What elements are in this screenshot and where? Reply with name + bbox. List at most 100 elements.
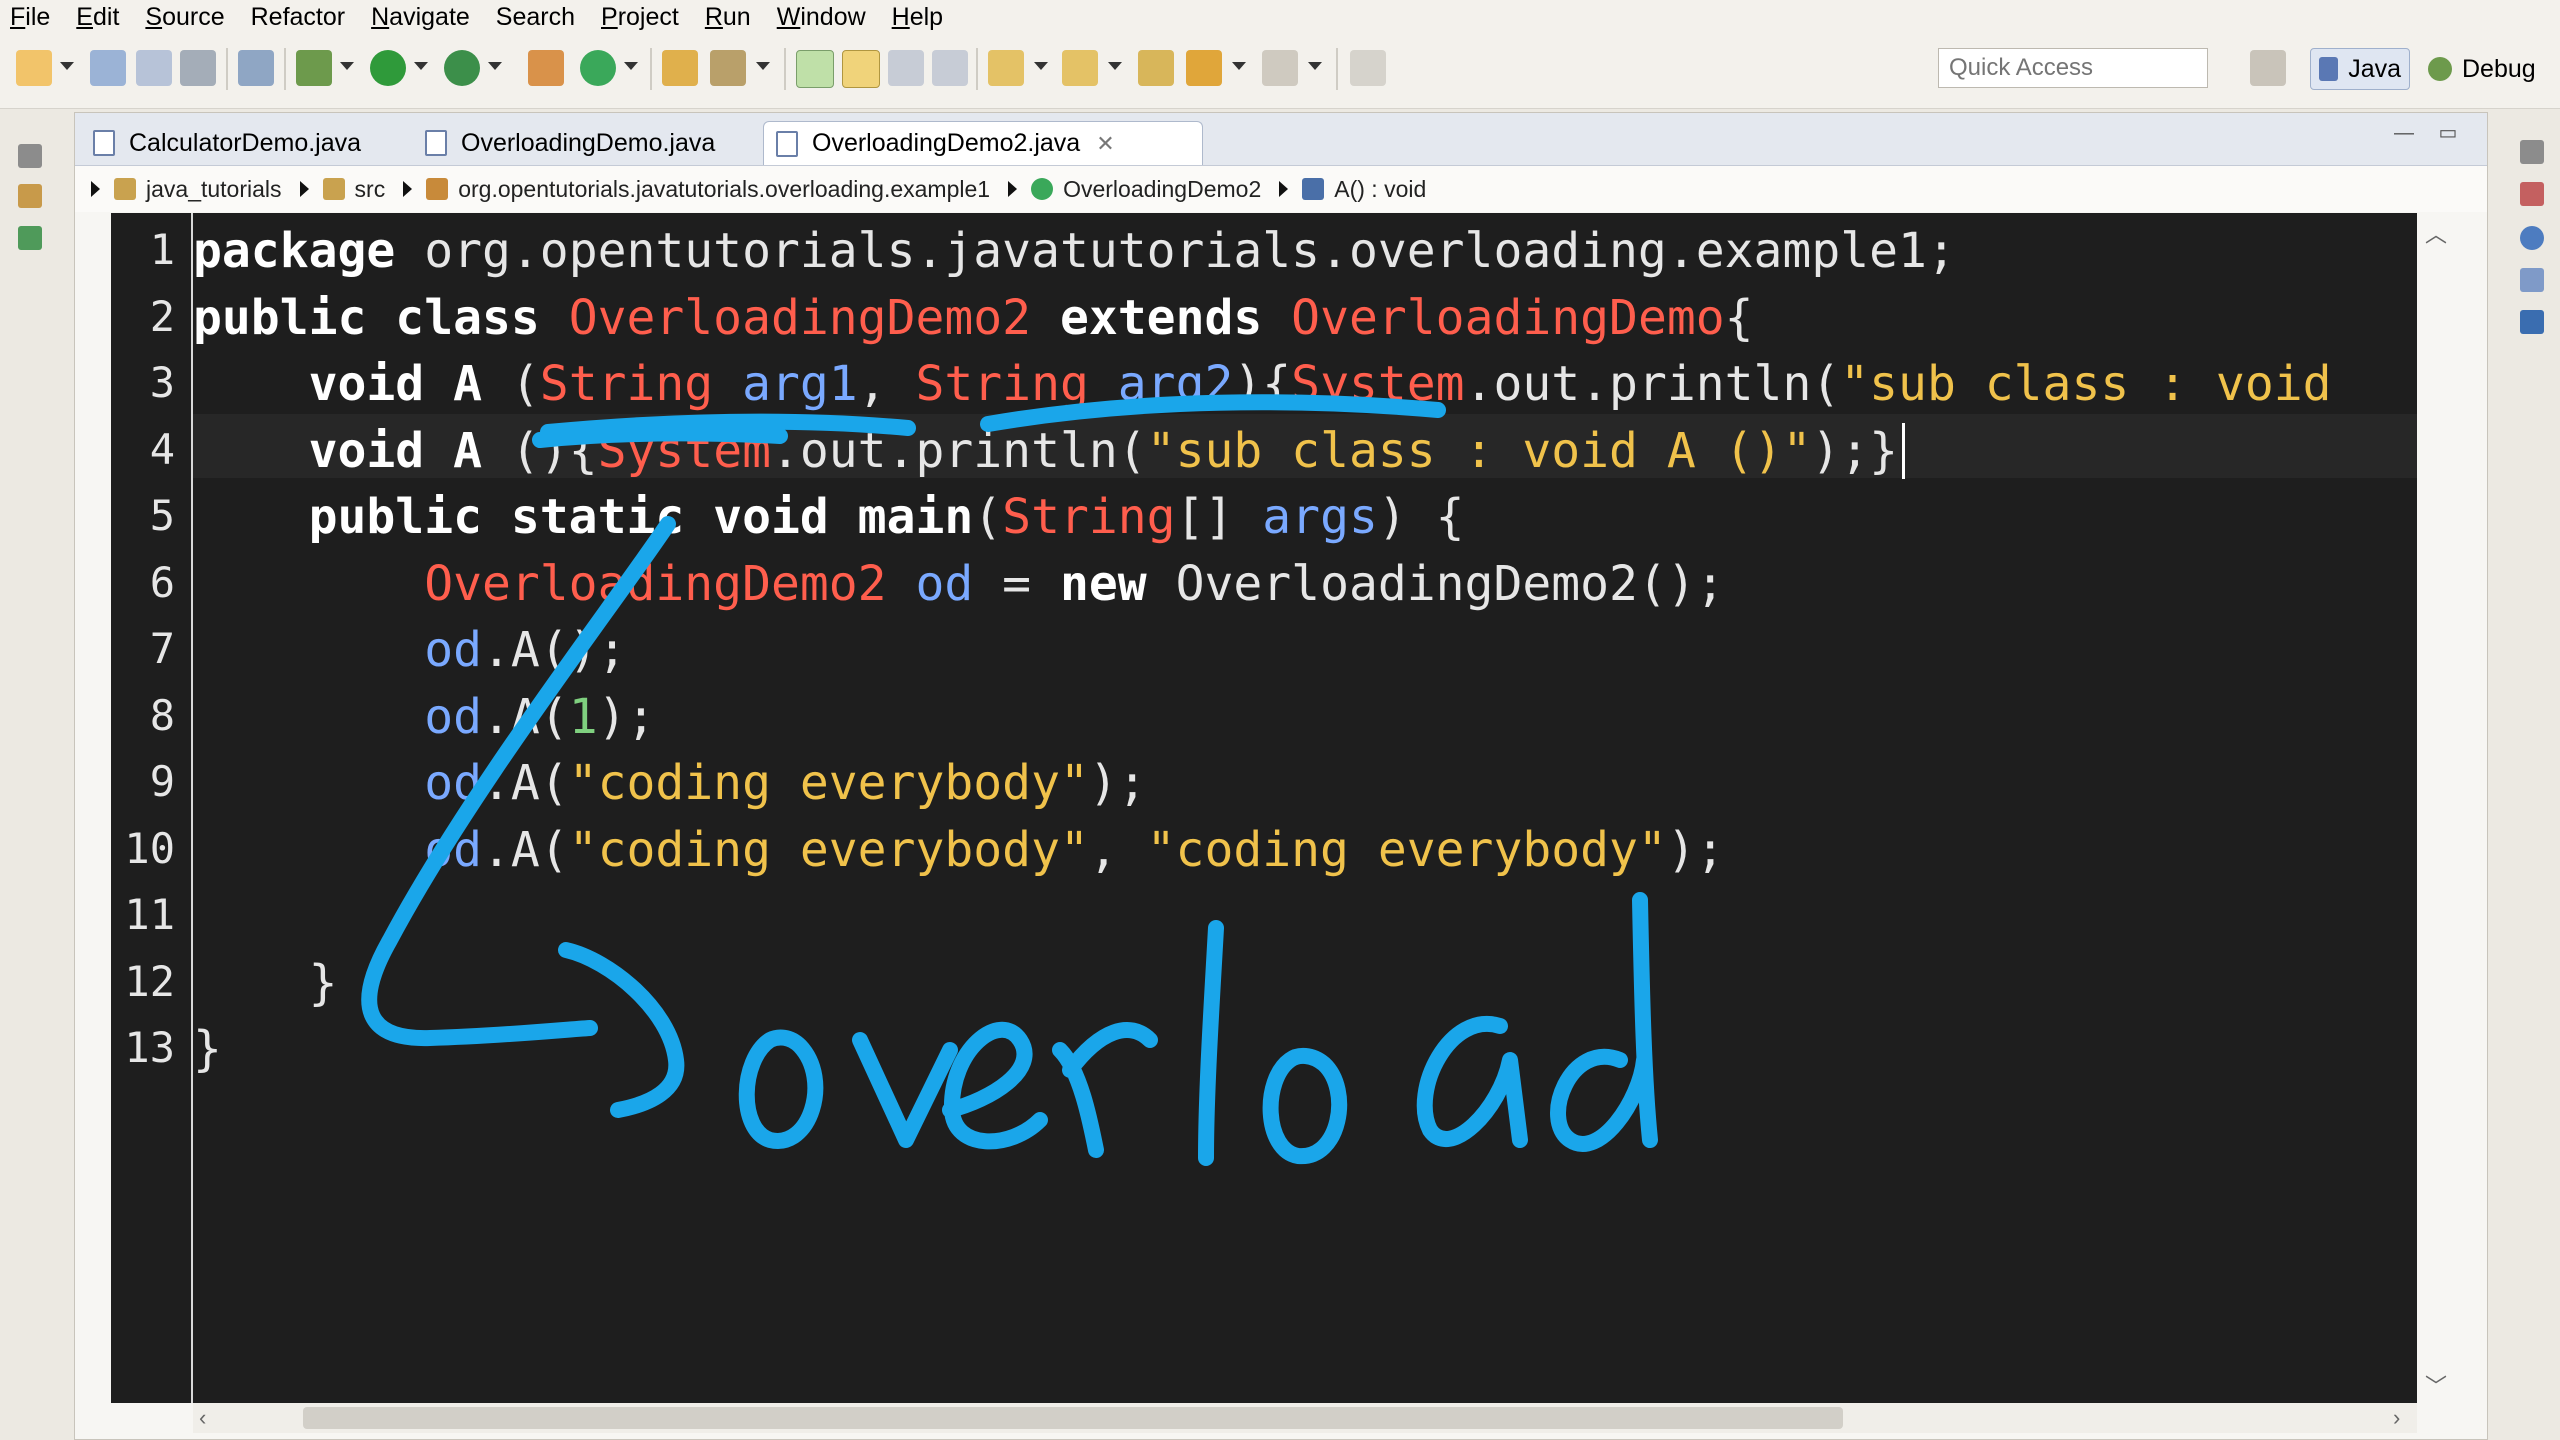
tab-calculatordemo[interactable]: CalculatorDemo.java (81, 121, 401, 165)
new-package-icon[interactable] (528, 50, 564, 86)
debug-perspective-button[interactable]: Debug (2420, 48, 2560, 90)
scroll-left-icon[interactable]: ‹ (199, 1405, 206, 1431)
code-line[interactable]: void A (){System.out.println("sub class … (193, 419, 1898, 483)
breadcrumb-class[interactable]: OverloadingDemo2 (1063, 176, 1261, 203)
code-token: arg1 (742, 356, 858, 412)
menu-refactor[interactable]: Refactor (241, 0, 361, 34)
vertical-scrollbar[interactable]: ︿ ﹀ (2417, 213, 2449, 1403)
hierarchy-icon[interactable] (18, 226, 42, 250)
breadcrumb-project[interactable]: java_tutorials (146, 176, 282, 203)
open-task-icon[interactable] (710, 50, 746, 86)
code-line[interactable]: OverloadingDemo2 od = new OverloadingDem… (193, 552, 1724, 616)
forward-dropdown-icon[interactable] (1308, 62, 1322, 70)
menu-run[interactable]: Run (695, 0, 767, 34)
pin-editor-icon[interactable] (1350, 50, 1386, 86)
problems-icon[interactable] (2520, 182, 2544, 206)
new-class-dropdown-icon[interactable] (624, 62, 638, 70)
java-perspective-button[interactable]: Java (2310, 48, 2410, 90)
code-token: od (424, 821, 482, 878)
open-perspective-icon[interactable] (2250, 50, 2286, 86)
console-icon[interactable] (2520, 310, 2544, 334)
menu-search[interactable]: Search (486, 0, 591, 34)
run-icon[interactable] (370, 50, 406, 86)
forward-icon[interactable] (1262, 50, 1298, 86)
line-number: 3 (149, 358, 175, 407)
code-line[interactable]: void A (String arg1, String arg2){System… (193, 352, 2332, 416)
toggle-mark-occurrences-icon[interactable] (796, 50, 834, 88)
menu-file[interactable]: File (0, 0, 66, 34)
code-token: main (857, 489, 974, 545)
code-line[interactable]: od.A("coding everybody"); (193, 751, 1146, 815)
last-edit-location-icon[interactable] (1138, 50, 1174, 86)
code-token: .A(); (481, 622, 627, 678)
code-line[interactable]: } (193, 951, 338, 1015)
debug-dropdown-icon[interactable] (340, 62, 354, 70)
code-line[interactable]: public class OverloadingDemo2 extends Ov… (193, 286, 1754, 350)
code-token: , (857, 356, 916, 412)
menu-project[interactable]: Project (591, 0, 695, 34)
previous-annotation-dropdown-icon[interactable] (1108, 62, 1122, 70)
close-tab-icon[interactable]: ✕ (1096, 131, 1114, 157)
minimize-icon[interactable]: — (2391, 121, 2417, 145)
scroll-up-icon[interactable]: ︿ (2425, 217, 2447, 249)
maximize-icon[interactable]: ▭ (2435, 121, 2461, 145)
menu-edit[interactable]: Edit (66, 0, 135, 34)
line-number: 11 (124, 890, 175, 939)
task-dropdown-icon[interactable] (756, 62, 770, 70)
code-line[interactable]: od.A(1); (193, 685, 655, 749)
coverage-icon[interactable] (444, 50, 480, 86)
code-line[interactable]: od.A(); (193, 618, 626, 682)
restore-icon[interactable] (18, 144, 42, 168)
debug-icon[interactable] (296, 50, 332, 86)
next-annotation-icon[interactable] (988, 50, 1024, 86)
breadcrumb-arrow-icon (403, 181, 413, 197)
menu-help[interactable]: Help (882, 0, 959, 34)
scroll-right-icon[interactable]: › (2393, 1405, 2400, 1431)
menu-window[interactable]: Window (767, 0, 882, 34)
show-whitespace-icon[interactable] (932, 50, 968, 86)
code-token: org.opentutorials.javatutorials.overload… (395, 223, 1956, 279)
breadcrumb-package[interactable]: org.opentutorials.javatutorials.overload… (458, 176, 990, 203)
quick-access-input[interactable] (1938, 48, 2208, 88)
back-dropdown-icon[interactable] (1232, 62, 1246, 70)
toggle-highlight-icon[interactable] (842, 50, 880, 88)
new-class-icon[interactable] (580, 50, 616, 86)
previous-annotation-icon[interactable] (1062, 50, 1098, 86)
tab-overloadingdemo2[interactable]: OverloadingDemo2.java ✕ (763, 121, 1203, 165)
skip-breakpoints-icon[interactable] (238, 50, 274, 86)
package-explorer-icon[interactable] (18, 184, 42, 208)
horizontal-scrollbar[interactable]: ‹ › (193, 1403, 2417, 1433)
coverage-dropdown-icon[interactable] (488, 62, 502, 70)
next-annotation-dropdown-icon[interactable] (1034, 62, 1048, 70)
code-line[interactable]: od.A("coding everybody", "coding everybo… (193, 818, 1724, 882)
scroll-down-icon[interactable]: ﹀ (2425, 1369, 2447, 1401)
save-all-icon[interactable] (136, 50, 172, 86)
tab-overloadingdemo[interactable]: OverloadingDemo.java (413, 121, 753, 165)
print-icon[interactable] (180, 50, 216, 86)
javadoc-icon[interactable] (2520, 226, 2544, 250)
code-line[interactable]: public static void main(String[] args) { (193, 485, 1465, 549)
open-type-icon[interactable] (662, 50, 698, 86)
restore-right-icon[interactable] (2520, 140, 2544, 164)
run-dropdown-icon[interactable] (414, 62, 428, 70)
code-line[interactable]: package org.opentutorials.javatutorials.… (193, 219, 1956, 283)
breadcrumb-method[interactable]: A() : void (1334, 176, 1426, 203)
code-token: ( (482, 356, 540, 412)
code-line[interactable]: } (193, 1017, 222, 1081)
menu-source[interactable]: Source (135, 0, 240, 34)
back-icon[interactable] (1186, 50, 1222, 86)
breadcrumb-folder[interactable]: src (355, 176, 386, 203)
declaration-icon[interactable] (2520, 268, 2544, 292)
menu-navigate[interactable]: Navigate (361, 0, 486, 34)
save-icon[interactable] (90, 50, 126, 86)
code-editor[interactable]: 1 2 3 4 5 6 7 8 9 10 11 12 13 package org.opentutori… (111, 213, 2417, 1403)
block-selection-icon[interactable] (888, 50, 924, 86)
horizontal-scroll-thumb[interactable] (303, 1407, 1843, 1429)
new-file-icon[interactable] (16, 50, 52, 86)
code-token: public class (193, 289, 540, 346)
menu-mnemonic: E (76, 3, 93, 31)
new-dropdown-icon[interactable] (60, 62, 74, 70)
